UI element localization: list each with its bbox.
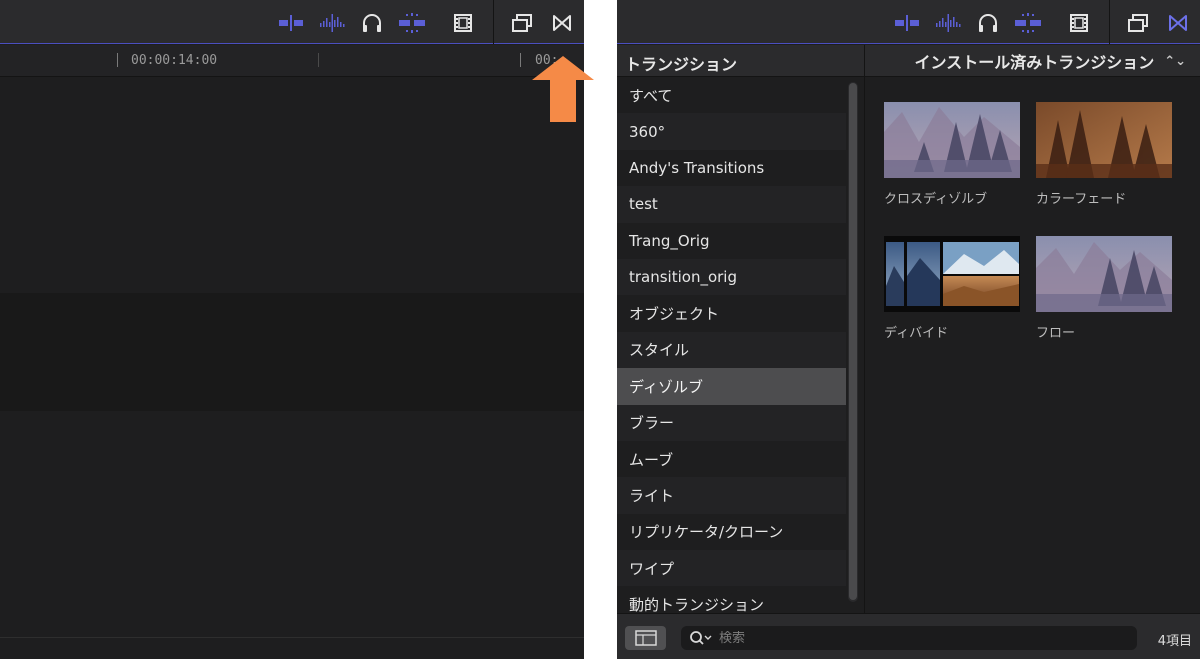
- timeline-panel: 00:00:14:00 00:: [0, 0, 584, 659]
- transition-thumbnail: [884, 102, 1020, 178]
- transition-item-color-fade[interactable]: カラーフェード: [1036, 102, 1172, 207]
- item-count: 4項目: [1157, 634, 1192, 649]
- snapping-icon[interactable]: [1014, 10, 1042, 36]
- headphones-icon[interactable]: [358, 10, 386, 36]
- transition-item-flow[interactable]: フロー: [1036, 236, 1172, 341]
- transitions-browser-icon[interactable]: [548, 10, 576, 36]
- category-item[interactable]: リプリケータ/クローン: [617, 514, 846, 550]
- category-item[interactable]: ライト: [617, 477, 846, 514]
- category-item[interactable]: transition_orig: [617, 258, 846, 296]
- skimming-icon[interactable]: [893, 10, 921, 36]
- category-scrollbar[interactable]: [848, 82, 858, 602]
- effects-browser-icon[interactable]: [1124, 10, 1152, 36]
- scrollbar-thumb[interactable]: [849, 83, 857, 600]
- selector-label: インストール済みトランジション: [914, 53, 1155, 72]
- ruler-tick: [117, 53, 118, 67]
- transition-name: ディバイド: [884, 326, 949, 341]
- timeline-track[interactable]: [0, 293, 584, 411]
- category-item[interactable]: 動的トランジション: [617, 586, 846, 613]
- transition-name: カラーフェード: [1036, 192, 1127, 207]
- transition-thumbnail: [1036, 236, 1172, 312]
- headphones-icon[interactable]: [974, 10, 1002, 36]
- transition-thumbnail: [1036, 102, 1172, 178]
- sidebar-icon: [634, 630, 657, 646]
- installed-transitions-selector[interactable]: インストール済みトランジション ⌃⌄: [865, 45, 1200, 77]
- category-item[interactable]: ムーブ: [617, 441, 846, 477]
- timeline-bottom-divider: [0, 637, 584, 638]
- filmstrip-icon[interactable]: [1065, 10, 1093, 36]
- transitions-browser-panel: トランジション インストール済みトランジション ⌃⌄ すべて 360° Andy's…: [617, 0, 1200, 659]
- audio-skimming-icon[interactable]: [934, 10, 962, 36]
- category-item[interactable]: オブジェクト: [617, 295, 846, 331]
- browser-header: トランジション インストール済みトランジション ⌃⌄: [617, 45, 1200, 77]
- effects-browser-icon[interactable]: [508, 10, 536, 36]
- audio-skimming-icon[interactable]: [318, 10, 346, 36]
- browser-title: トランジション: [625, 55, 738, 74]
- category-item[interactable]: test: [617, 186, 846, 223]
- category-item[interactable]: Trang_Orig: [617, 223, 846, 259]
- transition-item-divide[interactable]: ディバイド: [884, 236, 1020, 341]
- transition-thumbnail: [884, 236, 1020, 312]
- category-item[interactable]: スタイル: [617, 331, 846, 369]
- toolbar-separator: [1109, 0, 1110, 44]
- browser-toolbar: [617, 0, 1200, 44]
- category-item[interactable]: ディゾルブ: [617, 368, 846, 405]
- skimming-icon[interactable]: [277, 10, 305, 36]
- up-down-chevron-icon: ⌃⌄: [1164, 53, 1186, 69]
- transition-grid: クロスディゾルブ カラーフェード ディバイド フロー: [865, 77, 1200, 613]
- browser-footer: 4項目: [617, 613, 1200, 659]
- category-list[interactable]: すべて 360° Andy's Transitions test Trang_Orig t…: [617, 77, 846, 613]
- search-input[interactable]: [719, 630, 1119, 646]
- snapping-icon[interactable]: [398, 10, 426, 36]
- timecode-label: 00:00:14:00: [131, 53, 218, 68]
- category-item[interactable]: 360°: [617, 113, 846, 150]
- toolbar-separator: [493, 0, 494, 44]
- up-arrow-icon: [532, 56, 594, 122]
- timeline-ruler[interactable]: 00:00:14:00 00:: [0, 45, 584, 77]
- sidebar-toggle-button[interactable]: [625, 626, 666, 650]
- category-item[interactable]: ワイプ: [617, 550, 846, 587]
- search-icon: [690, 631, 712, 645]
- ruler-tick: [318, 53, 319, 67]
- category-item[interactable]: Andy's Transitions: [617, 150, 846, 186]
- ruler-tick: [520, 53, 521, 67]
- search-field[interactable]: [681, 626, 1137, 650]
- filmstrip-icon[interactable]: [449, 10, 477, 36]
- transitions-browser-icon[interactable]: [1164, 10, 1192, 36]
- timeline-toolbar: [0, 0, 584, 44]
- category-item[interactable]: ブラー: [617, 404, 846, 441]
- category-item[interactable]: すべて: [617, 77, 846, 113]
- transition-name: フロー: [1036, 326, 1076, 341]
- transition-item-cross-dissolve[interactable]: クロスディゾルブ: [884, 102, 1020, 207]
- transition-name: クロスディゾルブ: [884, 192, 988, 207]
